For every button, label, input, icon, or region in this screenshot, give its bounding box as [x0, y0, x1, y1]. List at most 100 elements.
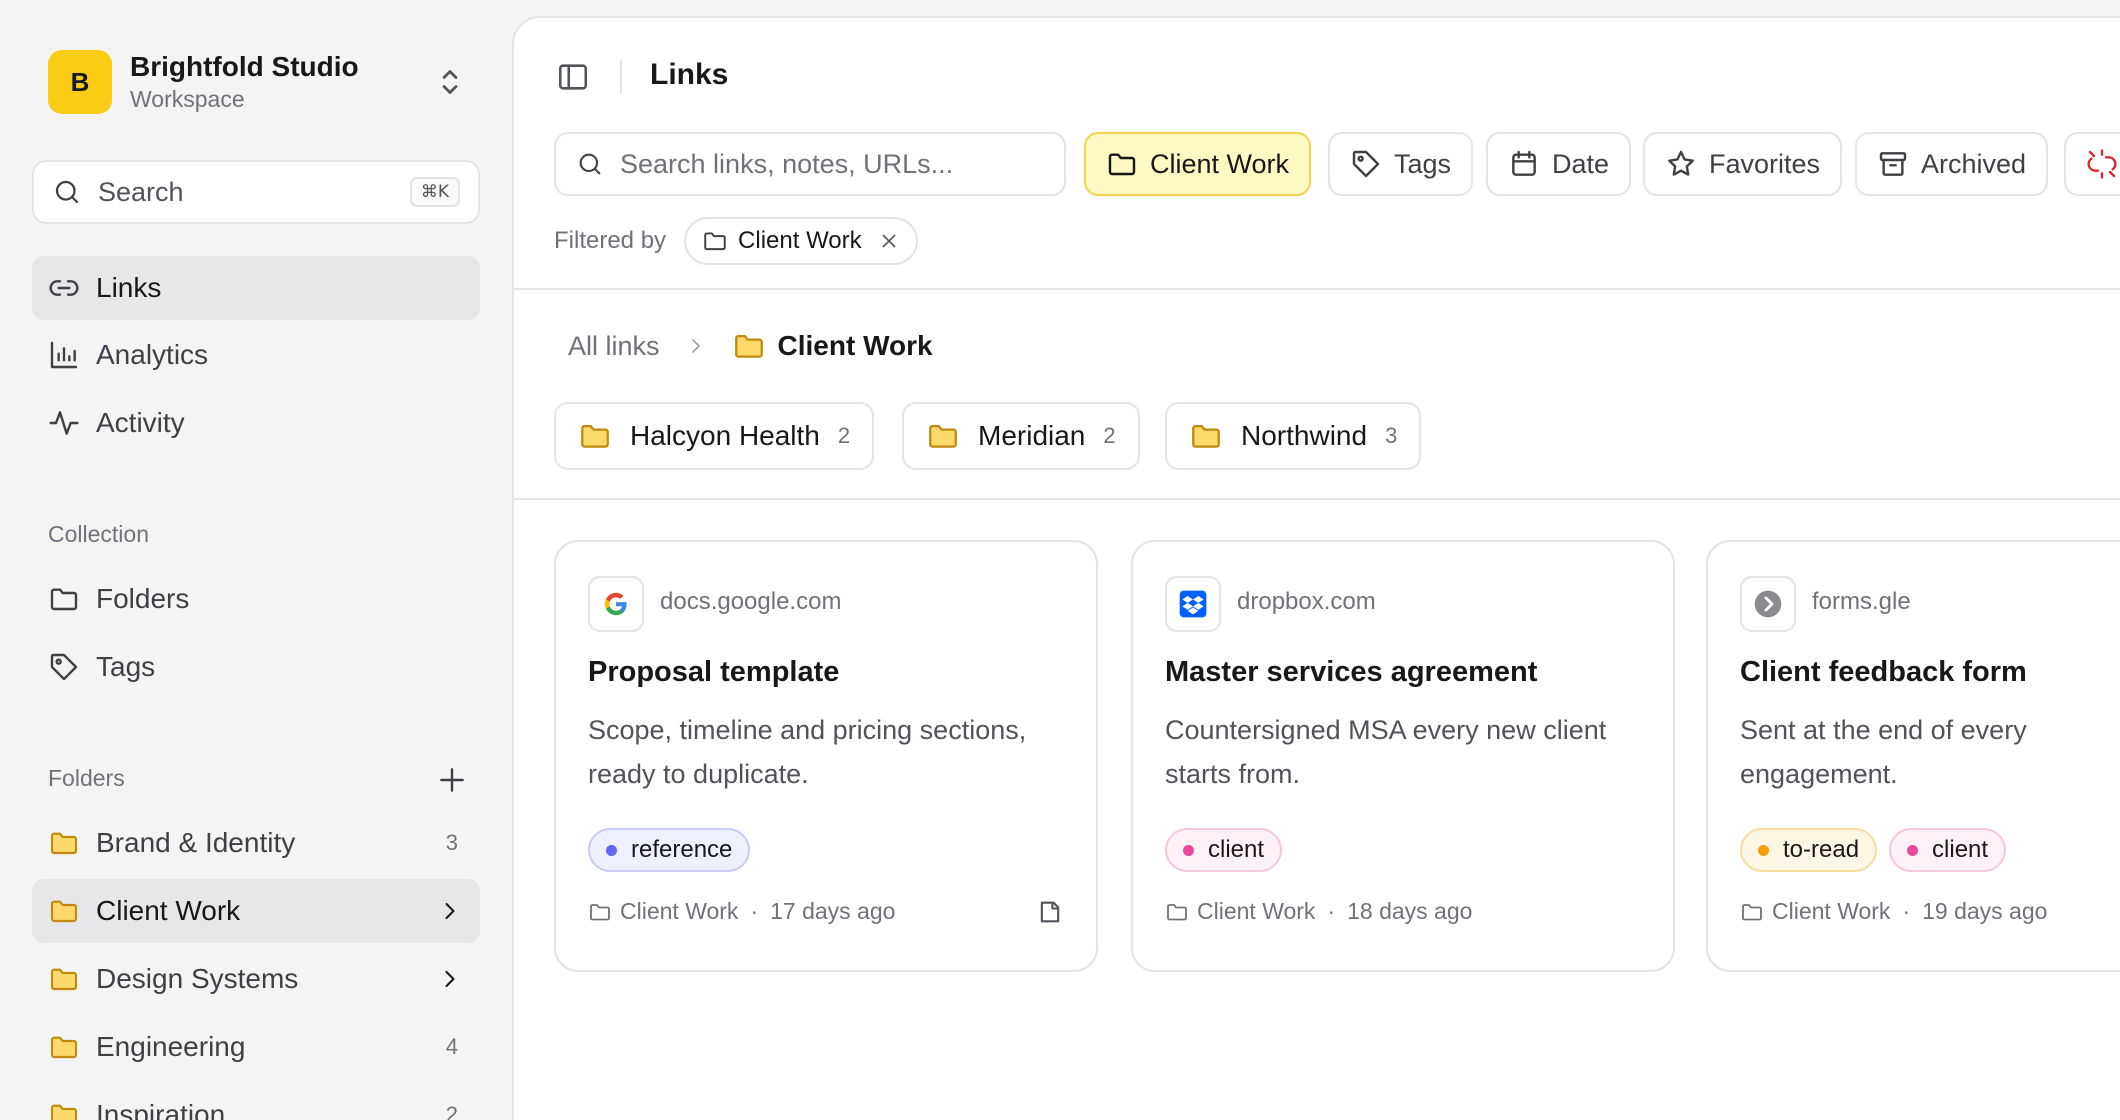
tag-label: client	[1932, 836, 1989, 863]
filter-chip-favorites[interactable]: Favorites	[1643, 132, 1843, 196]
tag-dot	[1758, 844, 1769, 856]
filter-chip-broken-links[interactable]	[2064, 132, 2120, 196]
workspace-logo: B	[48, 50, 112, 114]
search-shortcut-badge: ⌘K	[409, 177, 460, 207]
folder-icon	[48, 1099, 80, 1120]
tag-icon	[1350, 148, 1382, 180]
filtered-by-label: Filtered by	[554, 227, 667, 254]
breadcrumb-all-links[interactable]: All links	[568, 331, 660, 362]
tag-to-read[interactable]: to-read	[1740, 828, 1878, 872]
sidebar-item-label: Links	[96, 272, 162, 303]
remove-filter-close-icon[interactable]	[878, 230, 900, 252]
tag-dot	[1183, 844, 1194, 856]
subfolder-northwind[interactable]: Northwind 3	[1165, 402, 1422, 470]
sidebar-item-tags[interactable]: Tags	[32, 635, 480, 699]
sidebar-item-label: Activity	[96, 407, 185, 438]
forms-icon	[1740, 576, 1796, 632]
link-card-client-feedback-form[interactable]: forms.gle Client feedback form Sent at t…	[1706, 540, 2120, 972]
filter-chip-client-work[interactable]: Client Work	[1084, 132, 1312, 196]
archive-icon	[1877, 148, 1909, 180]
tag-client[interactable]: client	[1165, 828, 1283, 872]
subfolder-count: 2	[1103, 423, 1116, 448]
folder-icon	[732, 329, 766, 363]
link-age: 18 days ago	[1347, 898, 1473, 924]
chip-label: Tags	[1394, 148, 1452, 179]
folder-icon	[48, 963, 80, 995]
sidebar-folder-engineering[interactable]: Engineering 4	[32, 1015, 480, 1079]
link-title[interactable]: Proposal template	[588, 656, 839, 689]
subfolder-name: Northwind	[1241, 420, 1368, 451]
link-title[interactable]: Client feedback form	[1740, 656, 2027, 689]
link-title[interactable]: Master services agreement	[1165, 656, 1537, 689]
sidebar-folder-label: Brand & Identity	[96, 827, 296, 858]
filter-chip-tags[interactable]: Tags	[1328, 132, 1474, 196]
chevron-right-icon[interactable]	[436, 965, 464, 993]
active-filter-pill: Client Work	[684, 217, 918, 265]
folder-count: 4	[445, 1034, 458, 1059]
note-icon[interactable]	[1036, 898, 1064, 926]
folder-icon	[48, 1031, 80, 1063]
link-description: Sent at the end of every engagement.	[1740, 715, 2027, 789]
sidebar: B Brightfold Studio Workspace Search ⌘K …	[0, 0, 512, 1120]
folder-icon	[1165, 900, 1189, 924]
link-description: Scope, timeline and pricing sections, re…	[588, 715, 1027, 789]
link-age: 19 days ago	[1922, 898, 2048, 924]
workspace-subtitle: Workspace	[130, 86, 245, 112]
sidebar-item-activity[interactable]: Activity	[32, 391, 480, 455]
search-icon	[52, 177, 82, 207]
sidebar-folder-label: Inspiration	[96, 1099, 226, 1120]
filter-chip-date[interactable]: Date	[1486, 132, 1632, 196]
subfolder-name: Halcyon Health	[630, 420, 820, 451]
sidebar-folder-design-systems[interactable]: Design Systems	[32, 947, 480, 1011]
chevron-right-icon[interactable]	[436, 897, 464, 925]
sidebar-folder-client-work[interactable]: Client Work	[32, 879, 480, 943]
search-placeholder: Search links, notes, URLs...	[620, 148, 954, 179]
sidebar-folder-label: Client Work	[96, 895, 241, 926]
filter-chip-archived[interactable]: Archived	[1855, 132, 2049, 196]
collection-section-title: Collection	[48, 521, 149, 547]
sidebar-folder-label: Engineering	[96, 1031, 246, 1062]
link-folder: Client Work	[1197, 898, 1316, 924]
star-icon	[1665, 148, 1697, 180]
sidebar-toggle-icon[interactable]	[556, 60, 590, 94]
meta-separator: ·	[1327, 898, 1336, 924]
divider	[514, 288, 2120, 290]
sidebar-item-folders[interactable]: Folders	[32, 567, 480, 631]
sidebar-search[interactable]: Search ⌘K	[32, 160, 480, 224]
workspace-switcher[interactable]: B Brightfold Studio Workspace	[48, 46, 468, 118]
breadcrumb-current: Client Work	[777, 330, 933, 361]
plus-icon	[440, 768, 464, 792]
folder-icon	[588, 900, 612, 924]
tag-label: to-read	[1783, 836, 1860, 863]
chip-label: Client Work	[1150, 148, 1290, 179]
link-domain: docs.google.com	[660, 588, 842, 615]
folder-icon	[1189, 419, 1223, 453]
sidebar-item-label: Folders	[96, 583, 190, 614]
sidebar-item-label: Tags	[96, 651, 156, 682]
link-card-proposal-template[interactable]: docs.google.com Proposal template Scope,…	[554, 540, 1098, 972]
add-folder-button[interactable]	[436, 764, 468, 796]
link-tags: reference	[588, 828, 751, 872]
subfolder-meridian[interactable]: Meridian 2	[902, 402, 1140, 470]
google-icon	[588, 576, 644, 632]
active-filter-label: Client Work	[738, 227, 862, 254]
folder-icon	[48, 583, 80, 615]
folder-icon	[926, 419, 960, 453]
folder-icon	[578, 419, 612, 453]
sidebar-folder-inspiration[interactable]: Inspiration 2	[32, 1083, 480, 1120]
top-bar: Links	[514, 18, 2120, 114]
main-panel: Links Search links, notes, URLs... Clien…	[512, 16, 2120, 1120]
sidebar-folder-brand-identity[interactable]: Brand & Identity 3	[32, 811, 480, 875]
link-card-master-services-agreement[interactable]: dropbox.com Master services agreement Co…	[1131, 540, 1675, 972]
breadcrumb: All links Client Work	[568, 324, 933, 368]
tag-client[interactable]: client	[1889, 828, 2007, 872]
subfolder-halcyon-health[interactable]: Halcyon Health 2	[554, 402, 875, 470]
links-search-input[interactable]: Search links, notes, URLs...	[554, 132, 1066, 196]
subfolder-count: 3	[1385, 423, 1398, 448]
link-folder: Client Work	[620, 898, 739, 924]
sidebar-item-analytics[interactable]: Analytics	[32, 323, 480, 387]
folder-count: 2	[445, 1102, 458, 1120]
tag-reference[interactable]: reference	[588, 828, 751, 872]
sidebar-item-links[interactable]: Links	[32, 256, 480, 320]
tag-icon	[48, 651, 80, 683]
